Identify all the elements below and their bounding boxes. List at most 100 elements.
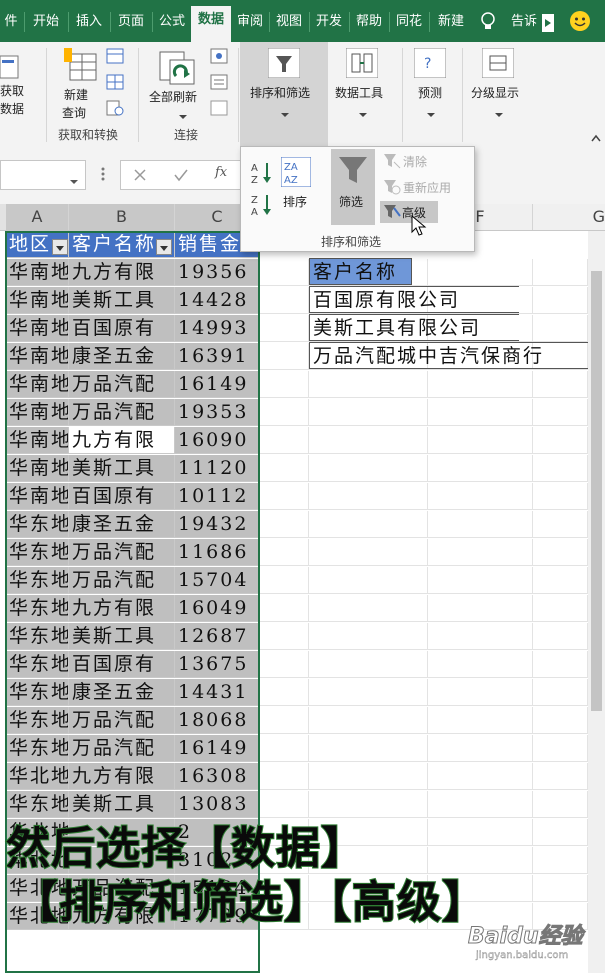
tab-view[interactable]: 视图 [271,8,307,36]
empty-cell[interactable] [428,399,533,426]
data-cell-region[interactable]: 华东地 [6,567,69,594]
empty-cell[interactable] [260,763,309,790]
scrollbar-thumb[interactable] [591,271,602,711]
data-cell-customer[interactable]: 万品汽配 [69,399,175,426]
empty-cell[interactable] [260,259,309,286]
data-cell-sales[interactable]: 18068 [175,707,260,734]
name-box-dropdown-icon[interactable] [69,171,79,190]
data-cell-customer[interactable]: 九方有限 [69,427,175,454]
smiley-feedback-icon[interactable] [569,10,591,36]
data-cell-sales[interactable]: 16391 [175,343,260,370]
data-cell-customer[interactable]: 美斯工具 [69,623,175,650]
data-cell-region[interactable]: 华东地 [6,679,69,706]
data-cell-sales[interactable]: 14431 [175,679,260,706]
empty-cell[interactable] [260,651,309,678]
empty-cell[interactable] [260,595,309,622]
refresh-dropdown-icon[interactable] [178,106,188,125]
data-cell-region[interactable]: 华南地 [6,483,69,510]
data-cell-region[interactable]: 华南地 [6,427,69,454]
get-data-label-1[interactable]: 获取 [0,82,24,99]
data-cell-customer[interactable]: 康圣五金 [69,679,175,706]
empty-cell[interactable] [260,343,309,370]
forecast-dropdown-icon[interactable] [426,104,436,123]
get-data-label-2[interactable]: 数据 [0,100,24,117]
enter-check-icon[interactable] [173,167,189,186]
empty-cell[interactable] [533,763,588,790]
empty-cell[interactable] [260,511,309,538]
new-query-label-1[interactable]: 新建 [64,86,88,103]
empty-cell[interactable] [533,399,588,426]
data-cell-sales[interactable]: 12687 [175,623,260,650]
sort-descending-icon[interactable]: ZA [251,193,273,221]
empty-cell[interactable] [428,651,533,678]
data-cell-region[interactable]: 华南地 [6,343,69,370]
properties-icon[interactable] [210,74,228,94]
empty-cell[interactable] [533,511,588,538]
formula-bar-resize-icon[interactable] [100,166,106,186]
empty-cell[interactable] [309,371,428,398]
data-cell-region[interactable]: 华南地 [6,455,69,482]
empty-cell[interactable] [533,791,588,818]
data-cell-customer[interactable]: 九方有限 [69,763,175,790]
empty-cell[interactable] [309,735,428,762]
data-cell-sales[interactable]: 13675 [175,651,260,678]
tab-home[interactable]: 开始 [26,8,66,36]
filter-dropdown-icon[interactable] [52,239,68,255]
empty-cell[interactable] [309,483,428,510]
empty-cell[interactable] [309,623,428,650]
name-box[interactable] [0,160,86,190]
empty-cell[interactable] [533,455,588,482]
empty-cell[interactable] [260,707,309,734]
empty-cell[interactable] [533,539,588,566]
empty-cell[interactable] [428,455,533,482]
data-cell-customer[interactable]: 万品汽配 [69,707,175,734]
empty-cell[interactable] [309,399,428,426]
forecast-icon[interactable]: ? [413,47,447,82]
data-cell-customer[interactable]: 康圣五金 [69,511,175,538]
empty-cell[interactable] [260,567,309,594]
empty-cell[interactable] [309,679,428,706]
recent-sources-icon[interactable] [106,100,124,120]
empty-cell[interactable] [260,483,309,510]
data-cell-customer[interactable]: 百国原有 [69,315,175,342]
tab-tonghuashun[interactable]: 同花 [391,8,427,36]
empty-cell[interactable] [309,427,428,454]
sort-ascending-icon[interactable]: AZ [251,161,273,189]
empty-cell[interactable] [533,651,588,678]
criteria-header-cell[interactable]: 客户名称 [309,258,412,285]
sort-label[interactable]: 排序 [283,193,307,210]
show-queries-icon[interactable] [106,48,124,68]
data-cell-region[interactable]: 华南地 [6,315,69,342]
empty-cell[interactable] [533,483,588,510]
tab-file[interactable]: 件 [0,8,22,36]
advanced-filter-button[interactable]: 高级 [380,201,438,223]
criteria-cell[interactable]: 美斯工具有限公司 [309,314,519,341]
data-cell-sales[interactable]: 14993 [175,315,260,342]
data-cell-customer[interactable]: 万品汽配 [69,371,175,398]
outline-icon[interactable] [481,47,515,82]
tab-new-tab[interactable]: 新建 [431,8,471,36]
empty-cell[interactable] [428,679,533,706]
empty-cell[interactable] [533,315,588,342]
empty-cell[interactable] [260,315,309,342]
filter-button[interactable]: 筛选 [331,149,375,225]
collapse-ribbon-icon[interactable] [590,128,602,147]
data-cell-region[interactable]: 华南地 [6,399,69,426]
cancel-icon[interactable] [133,167,147,186]
tab-review[interactable]: 审阅 [233,8,267,36]
data-cell-customer[interactable]: 万品汽配 [69,735,175,762]
empty-cell[interactable] [309,651,428,678]
empty-cell[interactable] [428,259,533,286]
reapply-label[interactable]: 重新应用 [403,179,451,196]
data-cell-sales[interactable]: 10112 [175,483,260,510]
tab-page-layout[interactable]: 页面 [112,8,150,36]
data-cell-region[interactable]: 华东地 [6,595,69,622]
connections-icon[interactable] [210,48,228,68]
empty-cell[interactable] [428,371,533,398]
filter-dropdown-icon[interactable] [156,239,172,255]
data-cell-customer[interactable]: 万品汽配 [69,539,175,566]
data-tools-icon[interactable] [345,47,379,82]
data-cell-region[interactable]: 华南地 [6,371,69,398]
empty-cell[interactable] [428,819,533,846]
data-cell-customer[interactable]: 万品汽配 [69,567,175,594]
